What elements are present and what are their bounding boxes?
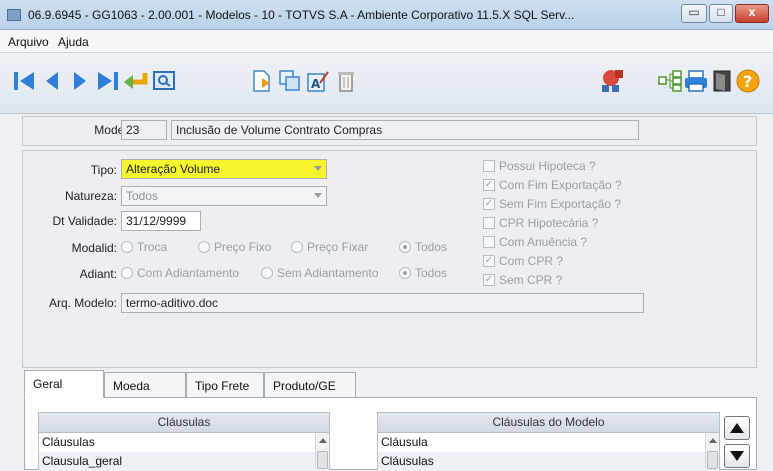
title-bar: 06.9.6945 - GG1063 - 2.00.001 - Modelos …: [0, 0, 773, 30]
possui-hipoteca-checkbox[interactable]: Possui Hipoteca ?: [483, 159, 596, 173]
modalid-troca-radio[interactable]: Troca: [121, 240, 167, 254]
move-up-button[interactable]: [724, 416, 750, 440]
clausulas-modelo-list-header: Cláusulas do Modelo: [378, 413, 719, 433]
arq-modelo-label: Arq. Modelo:: [48, 296, 117, 310]
modelo-code-field: 23: [121, 120, 167, 140]
exit-icon[interactable]: [708, 66, 736, 96]
first-record-icon[interactable]: [10, 66, 38, 96]
minimize-button[interactable]: ▭: [681, 4, 707, 23]
com-anuencia-checkbox[interactable]: Com Anuência ?: [483, 235, 587, 249]
com-cpr-checkbox[interactable]: ✓ Com CPR ?: [483, 254, 563, 268]
toolbar: A ?: [0, 54, 773, 114]
tab-tipo-frete[interactable]: Tipo Frete: [186, 372, 264, 398]
menu-ajuda[interactable]: Ajuda: [58, 35, 89, 49]
dt-validade-field[interactable]: 31/12/9999: [121, 211, 201, 231]
clausulas-list-header: Cláusulas: [39, 413, 329, 433]
adiant-sem-radio[interactable]: Sem Adiantamento: [261, 266, 378, 280]
list-item[interactable]: Cláusulas: [39, 433, 329, 452]
form-panel: Tipo: Alteração Volume Natureza: Todos D…: [22, 150, 757, 368]
adiant-todos-radio[interactable]: Todos: [399, 266, 447, 280]
print-icon[interactable]: [682, 66, 710, 96]
modelo-description-field: Inclusão de Volume Contrato Compras: [171, 120, 639, 140]
tab-moeda[interactable]: Moeda: [104, 372, 186, 398]
modalid-preco-fixo-radio[interactable]: Preço Fixo: [198, 240, 271, 254]
return-icon[interactable]: [122, 66, 150, 96]
modalid-todos-radio[interactable]: Todos: [399, 240, 447, 254]
tipo-dropdown-icon: [314, 166, 322, 171]
modalid-preco-fixar-radio[interactable]: Preço Fixar: [291, 240, 368, 254]
sem-fim-exportacao-checkbox[interactable]: ✓ Sem Fim Exportação ?: [483, 197, 621, 211]
arq-modelo-field: termo-aditivo.doc: [121, 293, 644, 313]
modelo-panel: Modelo: 23 Inclusão de Volume Contrato C…: [22, 116, 757, 146]
list-item[interactable]: Cláusulas: [378, 452, 719, 471]
close-button[interactable]: x: [735, 4, 769, 23]
clausulas-modelo-scrollbar[interactable]: [705, 433, 719, 469]
clausulas-modelo-list[interactable]: Cláusulas do Modelo Cláusula Cláusulas: [377, 412, 720, 471]
app-icon: [7, 9, 21, 21]
svg-text:A: A: [311, 77, 321, 91]
tree-icon[interactable]: [656, 66, 684, 96]
adiant-label: Adiant:: [79, 267, 117, 281]
dt-validade-label: Dt Validade:: [52, 214, 117, 228]
natureza-select[interactable]: Todos: [121, 186, 327, 206]
modalid-label: Modalid:: [71, 241, 117, 255]
sem-cpr-checkbox[interactable]: ✓ Sem CPR ?: [483, 273, 562, 287]
last-record-icon[interactable]: [94, 66, 122, 96]
tipo-label: Tipo:: [90, 163, 117, 177]
delete-icon[interactable]: [332, 66, 360, 96]
clausulas-scrollbar[interactable]: [315, 433, 329, 469]
tab-geral[interactable]: Geral: [24, 370, 104, 398]
next-record-icon[interactable]: [66, 66, 94, 96]
tipo-value: Alteração Volume: [126, 162, 221, 176]
com-fim-exportacao-checkbox[interactable]: ✓ Com Fim Exportação ?: [483, 178, 622, 192]
menu-bar: Arquivo Ajuda: [0, 31, 773, 53]
help-glyph: ?: [743, 72, 752, 91]
zoom-icon[interactable]: [150, 66, 178, 96]
list-item[interactable]: Cláusula: [378, 433, 719, 452]
tab-produto-ge[interactable]: Produto/GE: [264, 372, 356, 398]
network-icon[interactable]: [598, 66, 626, 96]
natureza-label: Natureza:: [64, 189, 117, 203]
natureza-dropdown-icon: [314, 193, 322, 198]
natureza-value: Todos: [126, 189, 159, 203]
new-record-icon[interactable]: [248, 66, 276, 96]
list-item[interactable]: Clausula_geral: [39, 452, 329, 471]
maximize-button[interactable]: □: [709, 4, 733, 23]
cpr-hipotecaria-checkbox[interactable]: CPR Hipotecária ?: [483, 216, 598, 230]
move-down-button[interactable]: [724, 444, 750, 468]
adiant-com-radio[interactable]: Com Adiantamento: [121, 266, 239, 280]
copy-icon[interactable]: [276, 66, 304, 96]
clausulas-list[interactable]: Cláusulas Cláusulas Clausula_geral: [38, 412, 330, 471]
arrow-up-icon: [730, 423, 744, 433]
help-icon[interactable]: ?: [734, 66, 762, 96]
menu-arquivo[interactable]: Arquivo: [8, 35, 49, 49]
previous-record-icon[interactable]: [38, 66, 66, 96]
tipo-select[interactable]: Alteração Volume: [121, 159, 327, 179]
window-title: 06.9.6945 - GG1063 - 2.00.001 - Modelos …: [28, 8, 575, 22]
arrow-down-icon: [730, 451, 744, 461]
edit-icon[interactable]: A: [304, 66, 332, 96]
